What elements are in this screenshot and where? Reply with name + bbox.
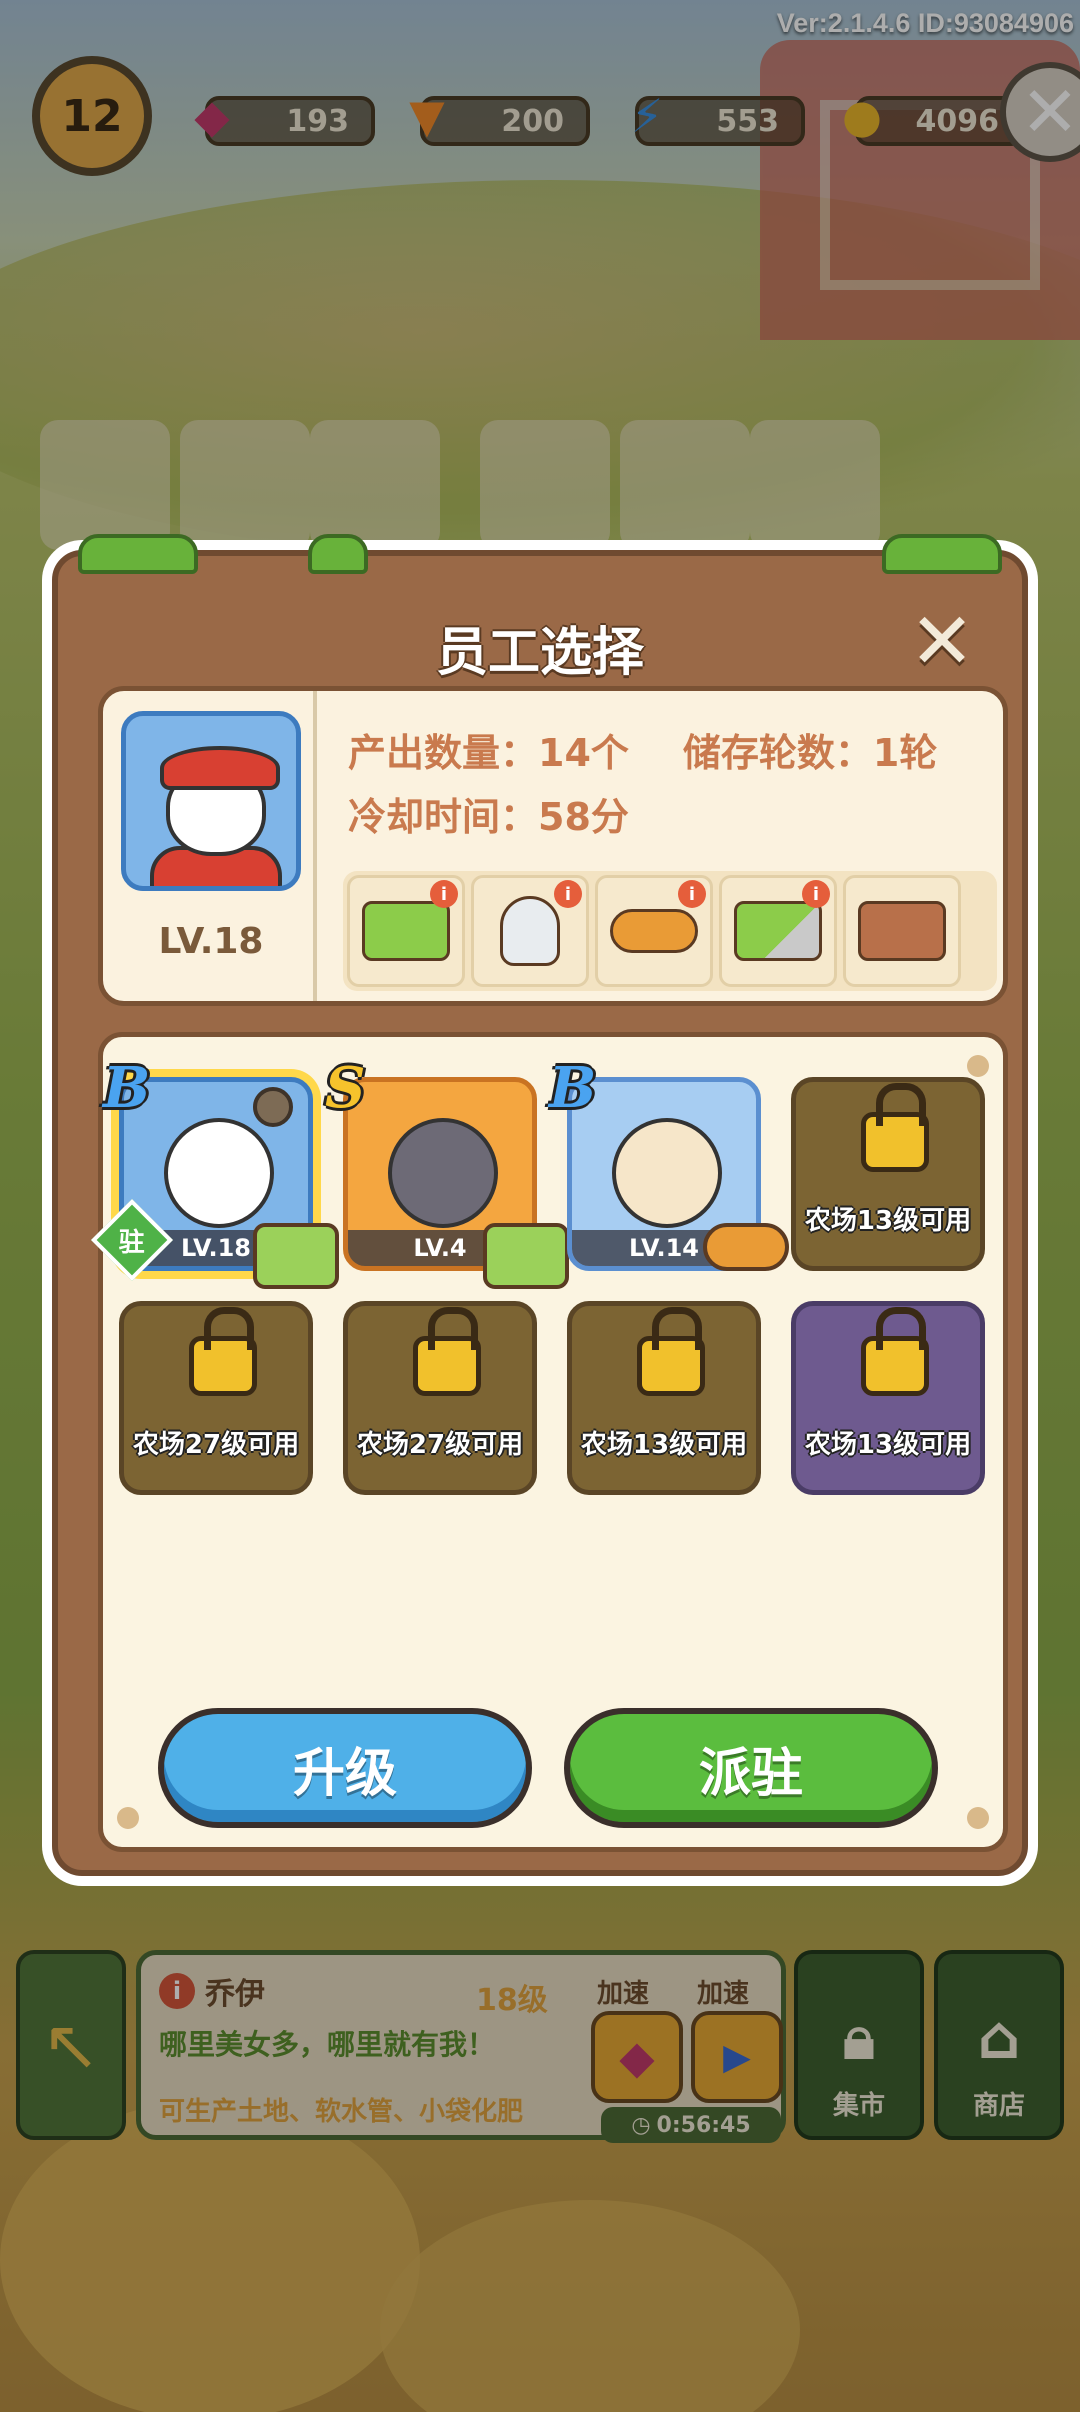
grade-badge: S <box>325 1055 366 1121</box>
unlock-requirement: 农场13级可用 <box>580 1430 748 1460</box>
unlock-requirement: 农场27级可用 <box>132 1430 300 1460</box>
leaf-decoration <box>882 534 1002 574</box>
grass-tile-icon <box>253 1223 339 1289</box>
item-soil-land[interactable] <box>843 875 961 987</box>
info-icon[interactable]: i <box>430 880 458 908</box>
info-icon[interactable]: i <box>554 880 582 908</box>
item-grass-land[interactable]: i <box>347 875 465 987</box>
stats-row-2: 冷却时间：58分 <box>348 785 993 849</box>
upgrade-button[interactable]: 升级 <box>158 1708 532 1828</box>
cooldown-stat: 冷却时间：58分 <box>348 795 629 839</box>
grade-badge: B <box>549 1055 597 1121</box>
fertilizer-bag-icon <box>500 896 560 966</box>
lock-icon <box>189 1307 257 1396</box>
storage-stat: 储存轮数：1轮 <box>682 731 938 775</box>
employee-portrait <box>121 711 301 891</box>
locked-employee-card[interactable]: 农场27级可用 <box>343 1301 537 1495</box>
item-water-hose[interactable]: i <box>595 875 713 987</box>
close-icon[interactable]: ✕ <box>902 602 982 682</box>
corner-dot <box>967 1055 989 1077</box>
employee-detail-panel: LV.18 产出数量：14个 储存轮数：1轮 冷却时间：58分 i i i i <box>98 686 1008 1006</box>
locked-employee-card[interactable]: 农场13级可用 <box>791 1077 985 1271</box>
stone-grass-tile-icon <box>734 901 822 961</box>
grass-tile-icon <box>362 901 450 961</box>
grade-badge: B <box>103 1055 151 1121</box>
lock-icon <box>413 1307 481 1396</box>
output-stat: 产出数量：14个 <box>348 731 629 775</box>
modal-frame: 员工选择 ✕ LV.18 产出数量：14个 储存轮数：1轮 冷却时间：58分 i… <box>52 534 1028 1876</box>
lock-icon <box>861 1083 929 1172</box>
water-hose-icon <box>703 1223 789 1271</box>
locked-employee-card[interactable]: 农场13级可用 <box>791 1301 985 1495</box>
employee-avatar <box>388 1118 498 1228</box>
info-icon[interactable]: i <box>802 880 830 908</box>
detail-divider <box>313 691 317 1001</box>
item-fertilizer-bag[interactable]: i <box>471 875 589 987</box>
unlock-requirement: 农场27级可用 <box>356 1430 524 1460</box>
deploy-button[interactable]: 派驻 <box>564 1708 938 1828</box>
employee-avatar <box>164 1118 274 1228</box>
unlock-requirement: 农场13级可用 <box>804 1430 972 1460</box>
item-grass-stone[interactable]: i <box>719 875 837 987</box>
detail-level: LV.18 <box>158 921 264 962</box>
corner-dot <box>967 1807 989 1829</box>
clock-icon <box>253 1087 293 1127</box>
leaf-decoration <box>78 534 198 574</box>
leaf-decoration <box>308 534 368 574</box>
produce-items-row: i i i i <box>343 871 997 991</box>
water-hose-icon <box>610 909 698 953</box>
info-icon[interactable]: i <box>678 880 706 908</box>
modal-title: 员工选择 <box>435 623 644 683</box>
employee-stats: 产出数量：14个 储存轮数：1轮 冷却时间：58分 <box>348 721 993 849</box>
portrait-cap <box>160 746 280 790</box>
lock-icon <box>637 1307 705 1396</box>
lock-icon <box>861 1307 929 1396</box>
unlock-requirement: 农场13级可用 <box>804 1206 972 1236</box>
employee-select-modal: 员工选择 ✕ LV.18 产出数量：14个 储存轮数：1轮 冷却时间：58分 i… <box>42 534 1038 1886</box>
employee-avatar <box>612 1118 722 1228</box>
corner-dot <box>117 1807 139 1829</box>
grass-tile-icon <box>483 1223 569 1289</box>
stats-row-1: 产出数量：14个 储存轮数：1轮 <box>348 721 993 785</box>
locked-employee-card[interactable]: 农场27级可用 <box>119 1301 313 1495</box>
locked-employee-card[interactable]: 农场13级可用 <box>567 1301 761 1495</box>
soil-tile-icon <box>858 901 946 961</box>
